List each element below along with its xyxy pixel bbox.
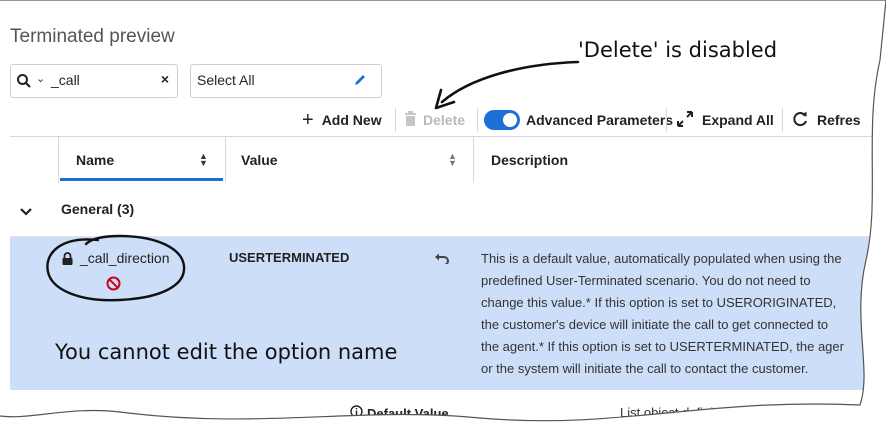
annotation-overlay [0, 0, 886, 422]
callout-ellipse [46, 234, 186, 302]
callout-arrow [440, 60, 580, 104]
screenshot-stage: Terminated preview ⌄ _call × Select All … [0, 0, 886, 435]
callout-delete-disabled: 'Delete' is disabled [578, 38, 778, 62]
callout-name-not-editable: You cannot edit the option name [55, 340, 398, 364]
